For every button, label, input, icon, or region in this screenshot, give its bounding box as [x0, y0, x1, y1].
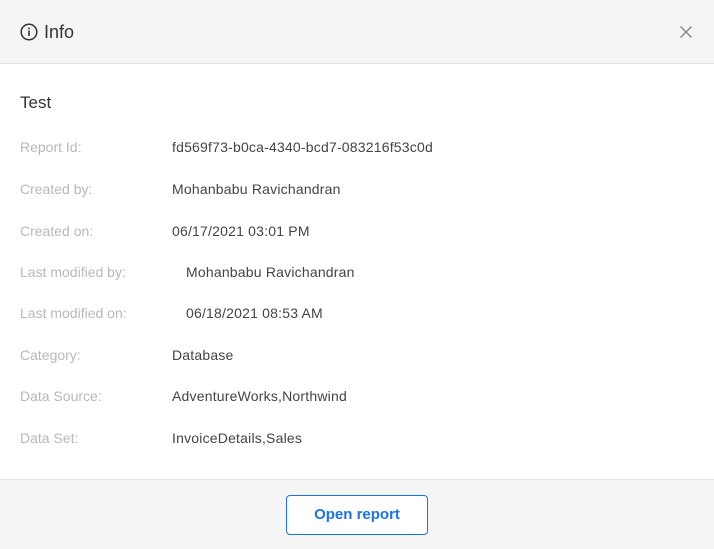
detail-value: 06/18/2021 08:53 AM: [186, 305, 323, 321]
detail-label: Last modified by:: [20, 264, 126, 280]
detail-row-report-id: Report Id: fd569f73-b0ca-4340-bcd7-08321…: [20, 137, 700, 157]
detail-value: AdventureWorks,Northwind: [172, 388, 347, 404]
detail-row-created-on: Created on: 06/17/2021 03:01 PM: [20, 221, 700, 241]
detail-row-data-source: Data Source: AdventureWorks,Northwind: [20, 386, 700, 406]
detail-label: Report Id:: [20, 139, 82, 155]
detail-label: Created by:: [20, 181, 93, 197]
detail-value: InvoiceDetails,Sales: [172, 430, 303, 446]
info-circle-icon: [20, 23, 38, 41]
close-button[interactable]: [676, 22, 696, 42]
detail-value: 06/17/2021 03:01 PM: [172, 223, 310, 239]
detail-label: Created on:: [20, 223, 94, 239]
detail-value: Mohanbabu Ravichandran: [186, 264, 355, 280]
report-name: Test: [20, 93, 52, 112]
detail-row-created-by: Created by: Mohanbabu Ravichandran: [20, 179, 700, 199]
detail-label: Data Source:: [20, 388, 102, 404]
dialog-header: Info: [0, 0, 714, 64]
detail-value: fd569f73-b0ca-4340-bcd7-083216f53c0d: [172, 139, 433, 155]
detail-label: Last modified on:: [20, 305, 127, 321]
detail-row-last-modified-on: Last modified on: 06/18/2021 08:53 AM: [20, 303, 700, 323]
dialog-footer: Open report: [0, 479, 714, 549]
detail-label: Data Set:: [20, 430, 79, 446]
dialog-title: Info: [44, 22, 75, 42]
open-report-button[interactable]: Open report: [286, 495, 428, 535]
detail-row-data-set: Data Set: InvoiceDetails,Sales: [20, 428, 700, 448]
detail-row-category: Category: Database: [20, 345, 700, 365]
detail-label: Category:: [20, 347, 81, 363]
info-dialog: Info Test Report Id: fd569f73-b0ca-4340-…: [0, 0, 714, 549]
close-icon: [676, 26, 696, 46]
detail-value: Database: [172, 347, 234, 363]
detail-value: Mohanbabu Ravichandran: [172, 181, 341, 197]
detail-row-last-modified-by: Last modified by: Mohanbabu Ravichandran: [20, 262, 700, 282]
